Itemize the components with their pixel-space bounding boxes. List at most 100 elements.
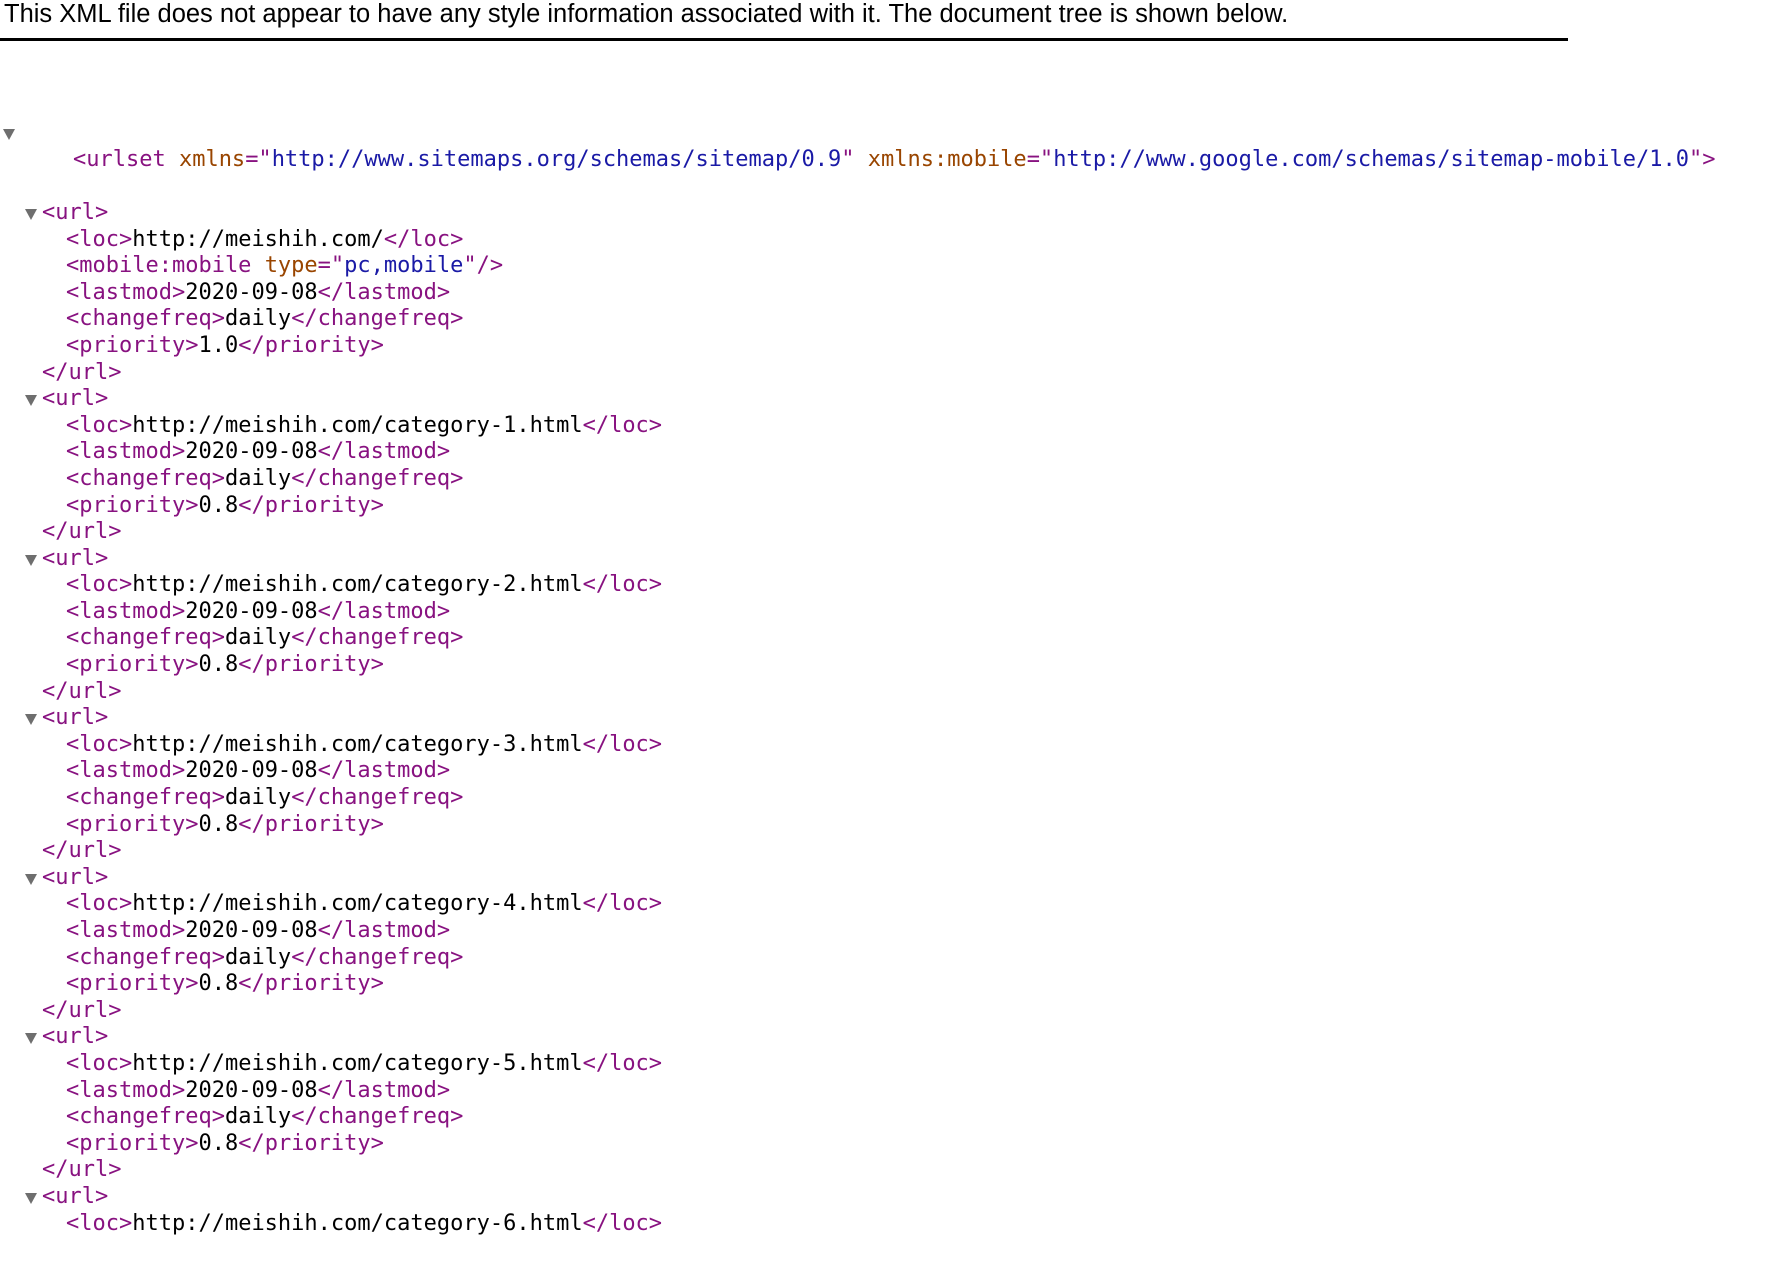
changefreq-open-tag: <changefreq> bbox=[66, 785, 225, 811]
changefreq-line: <changefreq>daily</changefreq> bbox=[0, 1104, 1568, 1131]
priority-line: <priority>0.8</priority> bbox=[0, 493, 1568, 520]
changefreq-close-tag: </changefreq> bbox=[291, 306, 464, 332]
changefreq-close-tag: </changefreq> bbox=[291, 1104, 464, 1130]
triangle-down-icon[interactable] bbox=[3, 129, 15, 141]
url-open-tag: <url> bbox=[42, 545, 109, 571]
loc-open-tag: <loc> bbox=[66, 1050, 133, 1076]
changefreq-value: daily bbox=[224, 465, 292, 491]
changefreq-open-tag: <changefreq> bbox=[66, 944, 225, 970]
lastmod-line: <lastmod>2020-09-08</lastmod> bbox=[0, 758, 1568, 785]
priority-close-tag: </priority> bbox=[238, 811, 384, 837]
url-close-tag: </url> bbox=[42, 678, 122, 704]
lastmod-line: <lastmod>2020-09-08</lastmod> bbox=[0, 280, 1568, 307]
lastmod-line: <lastmod>2020-09-08</lastmod> bbox=[0, 1078, 1568, 1105]
xmlns-mobile-attr-value: http://www.google.com/schemas/sitemap-mo… bbox=[1053, 146, 1689, 172]
loc-value: http://meishih.com/ bbox=[132, 226, 384, 252]
priority-line: <priority>0.8</priority> bbox=[0, 812, 1568, 839]
mobile-tag-end: /> bbox=[476, 253, 504, 279]
triangle-down-icon[interactable] bbox=[25, 1033, 37, 1045]
priority-line: <priority>0.8</priority> bbox=[0, 652, 1568, 679]
url-close-tag: </url> bbox=[42, 519, 122, 545]
lastmod-value: 2020-09-08 bbox=[185, 918, 318, 943]
lastmod-close-tag: </lastmod> bbox=[317, 279, 451, 305]
priority-line: <priority>0.8</priority> bbox=[0, 1131, 1568, 1158]
loc-line: <loc>http://meishih.com/category-3.html<… bbox=[0, 732, 1568, 759]
url-open-tag: <url> bbox=[42, 705, 109, 731]
changefreq-line: <changefreq>daily</changefreq> bbox=[0, 785, 1568, 812]
loc-close-tag: </loc> bbox=[582, 1050, 663, 1076]
lastmod-value: 2020-09-08 bbox=[185, 598, 318, 624]
changefreq-value: daily bbox=[224, 1104, 292, 1130]
priority-open-tag: <priority> bbox=[66, 971, 199, 997]
changefreq-value: daily bbox=[224, 944, 292, 970]
priority-line: <priority>0.8</priority> bbox=[0, 971, 1568, 998]
urlset-tag: <urlset bbox=[72, 146, 166, 172]
triangle-down-icon[interactable] bbox=[25, 208, 37, 220]
changefreq-line: <changefreq>daily</changefreq> bbox=[0, 625, 1568, 652]
url-close-tag: </url> bbox=[42, 838, 122, 864]
changefreq-open-tag: <changefreq> bbox=[66, 1104, 225, 1130]
priority-value: 0.8 bbox=[198, 1130, 239, 1156]
priority-value: 0.8 bbox=[198, 492, 239, 518]
loc-open-tag: <loc> bbox=[66, 226, 133, 252]
changefreq-open-tag: <changefreq> bbox=[66, 306, 225, 332]
lastmod-open-tag: <lastmod> bbox=[66, 758, 186, 784]
loc-open-tag: <loc> bbox=[66, 412, 133, 438]
triangle-down-icon[interactable] bbox=[25, 714, 37, 726]
loc-line: <loc>http://meishih.com/</loc> bbox=[0, 227, 1568, 254]
triangle-down-icon[interactable] bbox=[25, 554, 37, 566]
url-open-tag: <url> bbox=[42, 386, 109, 412]
mobile-attr-value: pc,mobile bbox=[344, 253, 464, 279]
lastmod-open-tag: <lastmod> bbox=[66, 918, 186, 943]
priority-value: 1.0 bbox=[198, 332, 239, 358]
loc-close-tag: </loc> bbox=[582, 1210, 663, 1236]
changefreq-value: daily bbox=[224, 306, 292, 332]
changefreq-value: daily bbox=[224, 785, 292, 811]
lastmod-open-tag: <lastmod> bbox=[66, 598, 186, 624]
loc-open-tag: <loc> bbox=[66, 1210, 133, 1236]
url-open-line: <url> bbox=[0, 200, 1568, 227]
url-list: <url> <loc>http://meishih.com/</loc> <mobi… bbox=[0, 200, 1568, 1237]
xmlns-attr-value: http://www.sitemaps.org/schemas/sitemap/… bbox=[271, 146, 842, 172]
changefreq-line: <changefreq>daily</changefreq> bbox=[0, 466, 1568, 493]
triangle-down-icon[interactable] bbox=[25, 395, 37, 407]
lastmod-value: 2020-09-08 bbox=[185, 1077, 318, 1103]
priority-close-tag: </priority> bbox=[238, 492, 384, 518]
url-open-line: <url> bbox=[0, 546, 1568, 573]
url-close-tag: </url> bbox=[42, 1157, 122, 1183]
priority-line: <priority>1.0</priority> bbox=[0, 333, 1568, 360]
triangle-down-icon[interactable] bbox=[25, 1192, 37, 1204]
changefreq-close-tag: </changefreq> bbox=[291, 944, 464, 970]
priority-value: 0.8 bbox=[198, 652, 239, 678]
loc-open-tag: <loc> bbox=[66, 731, 133, 757]
loc-value: http://meishih.com/category-1.html bbox=[132, 412, 583, 438]
lastmod-open-tag: <lastmod> bbox=[66, 279, 186, 305]
loc-close-tag: </loc> bbox=[383, 226, 464, 252]
changefreq-open-tag: <changefreq> bbox=[66, 465, 225, 491]
loc-open-tag: <loc> bbox=[66, 572, 133, 598]
priority-open-tag: <priority> bbox=[66, 492, 199, 518]
loc-line: <loc>http://meishih.com/category-5.html<… bbox=[0, 1051, 1568, 1078]
priority-value: 0.8 bbox=[198, 971, 239, 997]
changefreq-close-tag: </changefreq> bbox=[291, 465, 464, 491]
loc-value: http://meishih.com/category-2.html bbox=[132, 572, 583, 598]
url-open-line: <url> bbox=[0, 386, 1568, 413]
loc-line: <loc>http://meishih.com/category-6.html<… bbox=[0, 1211, 1568, 1238]
lastmod-line: <lastmod>2020-09-08</lastmod> bbox=[0, 439, 1568, 466]
lastmod-close-tag: </lastmod> bbox=[317, 758, 451, 784]
loc-value: http://meishih.com/category-5.html bbox=[132, 1050, 583, 1076]
lastmod-open-tag: <lastmod> bbox=[66, 1077, 186, 1103]
priority-value: 0.8 bbox=[198, 811, 239, 837]
triangle-down-icon[interactable] bbox=[25, 873, 37, 885]
url-open-tag: <url> bbox=[42, 864, 109, 890]
priority-open-tag: <priority> bbox=[66, 811, 199, 837]
priority-close-tag: </priority> bbox=[238, 652, 384, 678]
lastmod-close-tag: </lastmod> bbox=[317, 598, 451, 624]
priority-close-tag: </priority> bbox=[238, 971, 384, 997]
url-open-line: <url> bbox=[0, 705, 1568, 732]
lastmod-value: 2020-09-08 bbox=[185, 758, 318, 784]
url-close-line: </url> bbox=[0, 838, 1568, 865]
url-close-line: </url> bbox=[0, 360, 1568, 387]
url-open-tag: <url> bbox=[42, 199, 109, 225]
loc-close-tag: </loc> bbox=[582, 412, 663, 438]
